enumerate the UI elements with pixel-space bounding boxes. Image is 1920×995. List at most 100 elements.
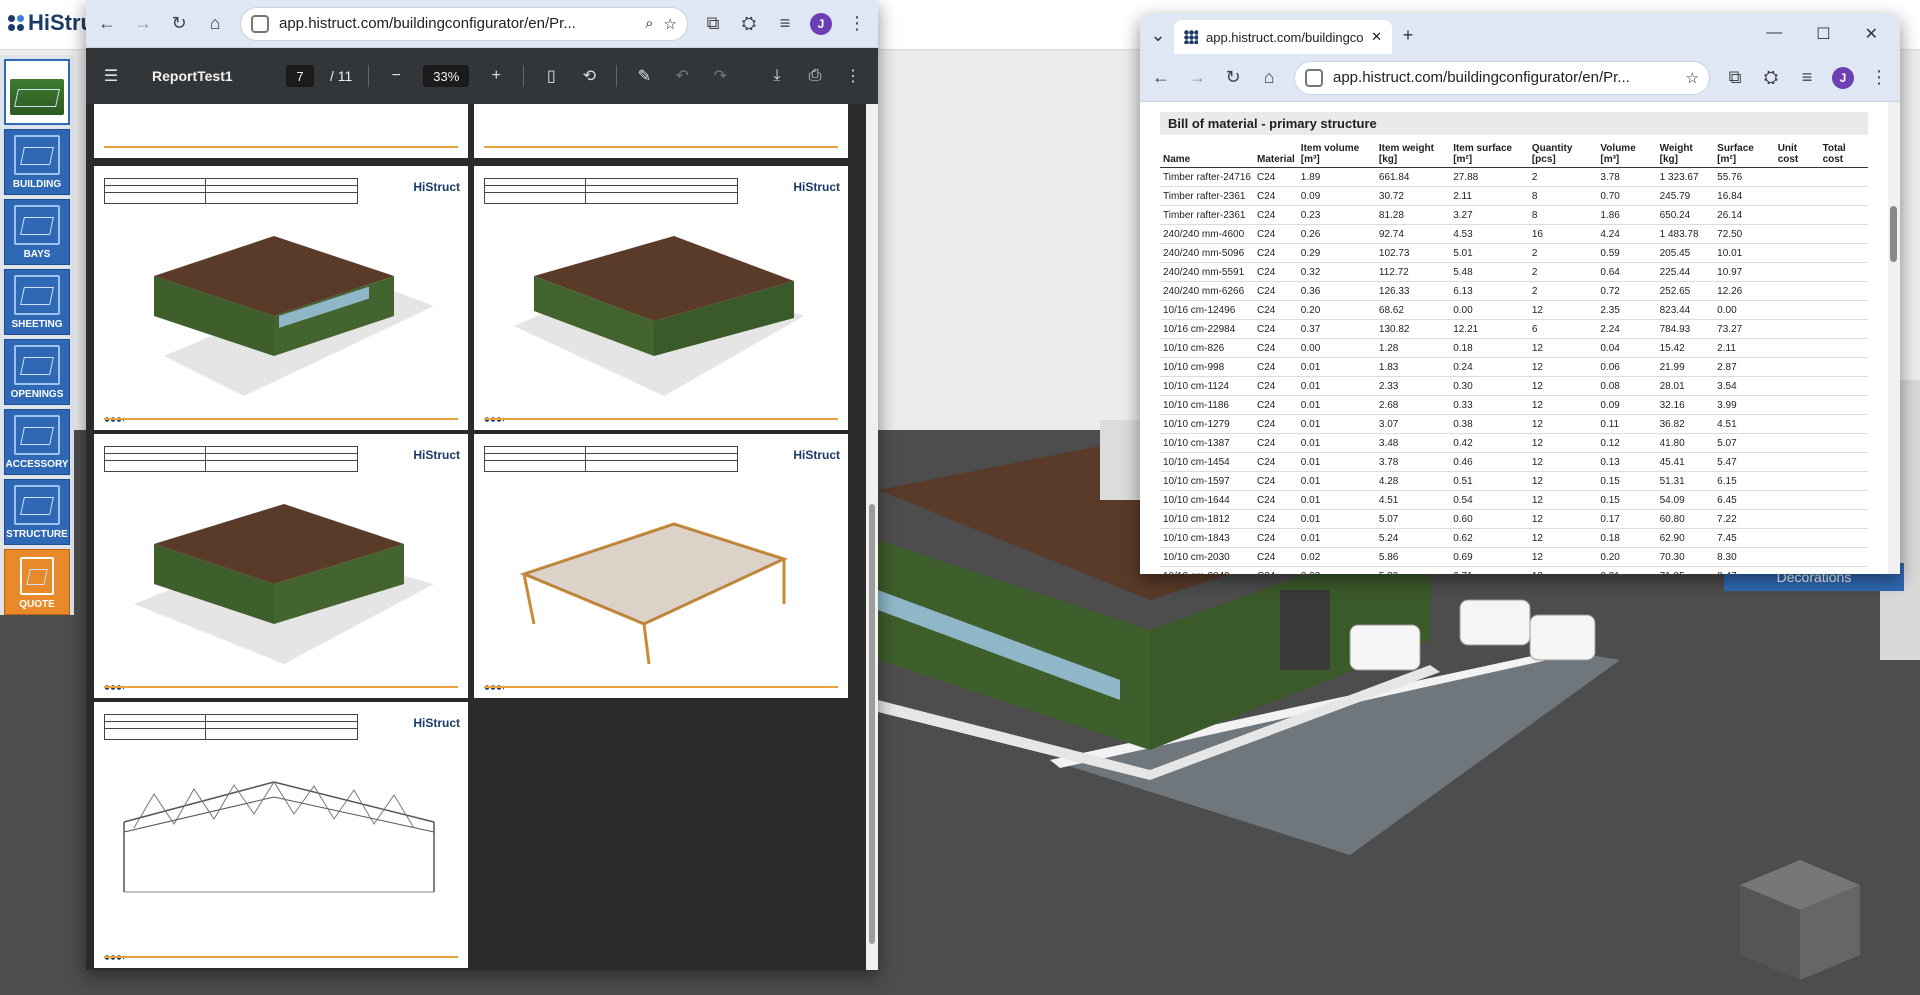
table-cell: 12: [1528, 528, 1598, 548]
pdf-page-grid[interactable]: HiStruct HiStruct HiStruct HiStruct HiSt…: [86, 104, 868, 970]
pdf-more-icon[interactable]: ⋮: [842, 66, 864, 86]
profile-avatar[interactable]: J: [810, 12, 832, 35]
table-cell: 3.27: [1450, 205, 1529, 225]
pdf-page[interactable]: [474, 104, 848, 158]
pdf-page[interactable]: HiStruct: [474, 434, 848, 698]
pdf-page[interactable]: HiStruct: [94, 166, 468, 430]
redo-icon[interactable]: ↷: [709, 66, 731, 86]
pdf-scrollbar[interactable]: [866, 104, 878, 970]
table-cell: 10.01: [1714, 243, 1775, 263]
report-url-field[interactable]: app.histruct.com/buildingconfigurator/en…: [1294, 60, 1710, 95]
undo-icon[interactable]: ↶: [671, 66, 693, 86]
sidebar-item-structure[interactable]: STRUCTURE: [4, 479, 70, 545]
extensions-icon[interactable]: ⧉: [1724, 67, 1746, 88]
bom-header-row: Name Material Item volume [m³] Item weight …: [1160, 141, 1868, 168]
table-cell: 7.45: [1714, 528, 1775, 548]
sidebar-item-building[interactable]: BUILDING: [4, 129, 70, 195]
reload-icon[interactable]: ↻: [1222, 67, 1244, 88]
sidebar-item-openings[interactable]: OPENINGS: [4, 339, 70, 405]
table-row: Timber rafter-2361 C24 0.09 30.72 2.11 8 0.70 2…: [1160, 186, 1868, 206]
zoom-out-icon[interactable]: −: [385, 67, 407, 85]
table-cell: 62.90: [1656, 528, 1715, 548]
reload-icon[interactable]: ↻: [168, 13, 190, 34]
table-cell: 0.01: [1297, 357, 1376, 377]
table-row: 240/240 mm-4600 C24 0.26 92.74 4.53 16 4.24 1 4…: [1160, 224, 1868, 244]
pdf-page[interactable]: HiStruct: [474, 166, 848, 430]
site-info-icon[interactable]: [1305, 68, 1323, 87]
table-cell: 0.00: [1297, 338, 1376, 358]
table-row: 10/10 cm-998 C24 0.01 1.83 0.24 12 0.06 21.99 2.…: [1160, 357, 1868, 377]
annotate-pen-icon[interactable]: ✎: [633, 66, 655, 86]
table-cell: [1774, 452, 1820, 472]
profile-avatar[interactable]: J: [1832, 66, 1854, 89]
forward-icon[interactable]: →: [132, 13, 154, 34]
extensions-icon[interactable]: ⧉: [702, 13, 724, 34]
rotate-icon[interactable]: ⟲: [578, 66, 600, 86]
incognito-icon[interactable]: ⛭: [738, 13, 760, 34]
bookmark-star-icon[interactable]: ☆: [664, 15, 677, 33]
media-icon[interactable]: ≡: [1796, 67, 1818, 88]
report-tab[interactable]: app.histruct.com/buildingconfig ✕: [1174, 20, 1392, 54]
table-cell: C24: [1254, 224, 1298, 244]
table-row: 240/240 mm-5096 C24 0.29 102.73 5.01 2 0.59 205…: [1160, 243, 1868, 263]
table-cell: 8: [1528, 205, 1598, 225]
sidebar-item-quote[interactable]: QUOTE: [4, 549, 70, 615]
fit-page-icon[interactable]: ▯: [540, 66, 562, 86]
table-cell: 5.24: [1375, 528, 1451, 548]
table-cell: C24: [1254, 414, 1298, 434]
sidebar-item-preview[interactable]: [4, 59, 70, 125]
minimize-icon[interactable]: —: [1766, 24, 1782, 44]
back-icon[interactable]: ←: [1150, 67, 1172, 88]
pdf-page[interactable]: HiStruct: [94, 702, 468, 968]
back-icon[interactable]: ←: [96, 13, 118, 34]
table-cell: 30.72: [1375, 186, 1451, 206]
media-icon[interactable]: ≡: [774, 13, 796, 34]
table-cell: 70.30: [1656, 547, 1715, 567]
table-cell: 45.41: [1656, 452, 1715, 472]
home-icon[interactable]: ⌂: [204, 13, 226, 34]
sidebar-item-bays[interactable]: BAYS: [4, 199, 70, 265]
table-cell: 1 483.78: [1656, 224, 1715, 244]
close-window-icon[interactable]: ✕: [1865, 24, 1878, 44]
zoom-in-icon[interactable]: +: [485, 67, 507, 85]
menu-kebab-icon[interactable]: ⋮: [1868, 67, 1890, 88]
table-cell: [1774, 205, 1820, 225]
sidebar-item-accessory[interactable]: ACCESSORY: [4, 409, 70, 475]
download-icon[interactable]: ⤓: [766, 67, 788, 85]
nav-cube-icon[interactable]: [1730, 840, 1870, 990]
pdf-url-field[interactable]: app.histruct.com/buildingconfigurator/en…: [240, 6, 688, 41]
table-cell: [1819, 452, 1868, 472]
table-cell: [1774, 509, 1820, 529]
pdf-page[interactable]: [94, 104, 468, 158]
table-row: 10/16 cm-22984 C24 0.37 130.82 12.21 6 2.24 784…: [1160, 319, 1868, 339]
close-tab-icon[interactable]: ✕: [1371, 29, 1382, 45]
tab-search-icon[interactable]: ⌄: [1148, 25, 1168, 54]
page-number-input[interactable]: 7: [286, 65, 314, 87]
site-info-icon[interactable]: [251, 14, 269, 33]
table-cell: C24: [1254, 262, 1298, 282]
print-icon[interactable]: ⎙: [804, 67, 826, 85]
forward-icon[interactable]: →: [1186, 67, 1208, 88]
toolbar-divider: [368, 65, 370, 87]
bookmark-star-icon[interactable]: ☆: [1686, 69, 1699, 87]
report-scrollbar[interactable]: [1888, 102, 1900, 574]
toolbar-divider: [616, 65, 618, 87]
incognito-icon[interactable]: ⛭: [1760, 67, 1782, 88]
home-icon[interactable]: ⌂: [1258, 67, 1280, 88]
table-cell: 10/16 cm-22984: [1160, 319, 1254, 339]
page-logo: HiStruct: [413, 448, 460, 462]
sidebar-item-sheeting[interactable]: SHEETING: [4, 269, 70, 335]
pdf-url-text: app.histruct.com/buildingconfigurator/en…: [279, 15, 576, 32]
pdf-page[interactable]: HiStruct: [94, 434, 468, 698]
table-cell: C24: [1254, 547, 1298, 567]
zoom-level-input[interactable]: 33%: [423, 65, 470, 87]
hamburger-menu-icon[interactable]: ☰: [100, 66, 122, 86]
menu-kebab-icon[interactable]: ⋮: [846, 13, 868, 34]
table-row: Timber rafter-24716 C24 1.89 661.84 27.88 2 3.…: [1160, 167, 1868, 187]
table-cell: [1774, 300, 1820, 320]
new-tab-icon[interactable]: +: [1398, 25, 1418, 54]
zoom-search-icon[interactable]: ⌕: [645, 15, 653, 32]
maximize-icon[interactable]: ☐: [1816, 24, 1830, 44]
table-cell: [1774, 357, 1820, 377]
table-cell: 54.09: [1656, 490, 1715, 510]
